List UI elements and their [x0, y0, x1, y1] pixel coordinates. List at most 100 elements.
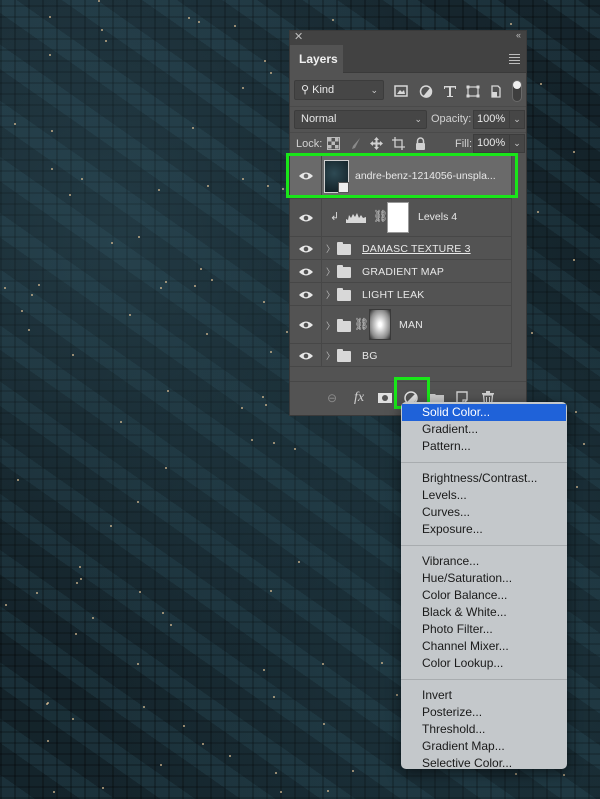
tab-layers[interactable]: Layers: [290, 45, 343, 73]
smart-object-filter-icon[interactable]: [489, 85, 503, 98]
expand-chevron-icon[interactable]: 〉: [326, 265, 335, 278]
layer-name[interactable]: Levels 4: [418, 211, 457, 223]
menu-item-gradient-map[interactable]: Gradient Map...: [401, 738, 567, 755]
layer-row-group-masked[interactable]: 〉 ⛓ MAN: [290, 306, 513, 344]
city-light: [267, 185, 269, 187]
lock-artboard-icon[interactable]: [392, 137, 405, 150]
add-mask-icon[interactable]: [377, 390, 393, 406]
expand-chevron-icon[interactable]: 〉: [326, 242, 335, 255]
expand-chevron-icon[interactable]: 〉: [326, 349, 335, 362]
city-light: [229, 755, 231, 757]
city-light: [242, 87, 244, 89]
city-light: [198, 21, 200, 23]
expand-chevron-icon[interactable]: 〉: [326, 288, 335, 301]
menu-item-invert[interactable]: Invert: [401, 687, 567, 704]
menu-item-black-white[interactable]: Black & White...: [401, 604, 567, 621]
menu-item-solid-color[interactable]: Solid Color...: [402, 404, 566, 421]
city-light: [80, 578, 82, 580]
layer-name[interactable]: LIGHT LEAK: [362, 289, 425, 301]
layer-row-smart-object[interactable]: andre-benz-1214056-unspla...: [290, 154, 513, 199]
menu-item-photo-filter[interactable]: Photo Filter...: [401, 621, 567, 638]
city-light: [75, 633, 77, 635]
city-light: [51, 130, 53, 132]
fill-dropdown[interactable]: ⌄: [509, 134, 525, 153]
menu-item-threshold[interactable]: Threshold...: [401, 721, 567, 738]
layer-row-group[interactable]: 〉 GRADIENT MAP: [290, 260, 513, 283]
layer-name[interactable]: andre-benz-1214056-unspla...: [355, 170, 496, 182]
eye-icon[interactable]: [299, 267, 313, 277]
city-light: [47, 740, 49, 742]
menu-item-levels[interactable]: Levels...: [401, 487, 567, 504]
menu-item-curves[interactable]: Curves...: [401, 504, 567, 521]
city-light: [72, 354, 74, 356]
city-light: [286, 331, 288, 333]
city-light: [563, 774, 565, 776]
fx-layer-style-icon[interactable]: fx: [351, 390, 367, 406]
eye-icon[interactable]: [299, 213, 313, 223]
menu-item-exposure[interactable]: Exposure...: [401, 521, 567, 538]
type-filter-icon[interactable]: [443, 85, 457, 98]
city-light: [280, 791, 282, 793]
adjustment-filter-icon[interactable]: [419, 85, 433, 98]
city-light: [31, 294, 33, 296]
city-light: [251, 439, 253, 441]
menu-item-selective-color[interactable]: Selective Color...: [401, 755, 567, 772]
city-light: [515, 773, 517, 775]
layer-mask-thumbnail[interactable]: [387, 202, 409, 233]
eye-icon[interactable]: [299, 320, 313, 330]
smart-object-thumbnail[interactable]: [324, 160, 349, 193]
city-light: [101, 29, 103, 31]
blend-mode-select[interactable]: Normal ⌄: [294, 110, 427, 129]
eye-icon[interactable]: [299, 351, 313, 361]
menu-separator: [401, 679, 567, 680]
double-chevron-left-icon[interactable]: ‹‹: [516, 30, 521, 40]
link-layers-icon[interactable]: ⊖: [324, 390, 340, 406]
filter-toggle-switch[interactable]: [512, 80, 522, 102]
opacity-label: Opacity:: [431, 113, 472, 125]
shape-filter-icon[interactable]: [466, 85, 480, 98]
menu-item-gradient[interactable]: Gradient...: [401, 421, 567, 438]
layer-name[interactable]: GRADIENT MAP: [362, 266, 444, 278]
close-icon[interactable]: ✕: [294, 30, 303, 43]
city-light: [69, 194, 71, 196]
layers-scrollbar[interactable]: [511, 154, 526, 367]
group-mask-thumbnail[interactable]: [369, 309, 391, 340]
menu-item-channel-mixer[interactable]: Channel Mixer...: [401, 638, 567, 655]
city-light: [352, 770, 354, 772]
menu-item-hue-saturation[interactable]: Hue/Saturation...: [401, 570, 567, 587]
city-light: [5, 604, 7, 606]
city-light: [158, 189, 160, 191]
lock-transparent-pixels-icon[interactable]: [327, 137, 340, 150]
filter-kind-select[interactable]: ⚲ Kind ⌄: [294, 80, 384, 100]
layer-name[interactable]: BG: [362, 350, 378, 362]
link-icon[interactable]: ⛓: [373, 209, 388, 223]
menu-item-color-balance[interactable]: Color Balance...: [401, 587, 567, 604]
link-icon[interactable]: ⛓: [354, 317, 369, 331]
fill-field[interactable]: 100%: [473, 134, 510, 153]
menu-item-posterize[interactable]: Posterize...: [401, 704, 567, 721]
opacity-field[interactable]: 100%: [473, 110, 510, 129]
eye-icon[interactable]: [299, 290, 313, 300]
layer-row-group[interactable]: 〉 LIGHT LEAK: [290, 283, 513, 306]
eye-icon[interactable]: [299, 171, 313, 181]
layer-name[interactable]: MAN: [399, 319, 423, 331]
menu-item-brightness-contrast[interactable]: Brightness/Contrast...: [401, 470, 567, 487]
hamburger-menu-icon[interactable]: [509, 54, 520, 66]
image-filter-icon[interactable]: [394, 85, 408, 98]
layer-name[interactable]: DAMASC TEXTURE 3: [362, 243, 471, 255]
menu-item-pattern[interactable]: Pattern...: [401, 438, 567, 455]
layer-row-group[interactable]: 〉 DAMASC TEXTURE 3: [290, 237, 513, 260]
lock-position-icon[interactable]: [370, 137, 383, 150]
menu-item-color-lookup[interactable]: Color Lookup...: [401, 655, 567, 672]
opacity-dropdown[interactable]: ⌄: [509, 110, 525, 129]
expand-chevron-icon[interactable]: 〉: [326, 319, 335, 332]
layer-row-group[interactable]: 〉 BG: [290, 344, 513, 367]
layer-row-levels[interactable]: ↲ ⛓ Levels 4: [290, 199, 513, 237]
city-light: [81, 178, 83, 180]
folder-icon: [337, 288, 351, 301]
eye-icon[interactable]: [299, 244, 313, 254]
lock-all-icon[interactable]: [414, 137, 427, 150]
lock-image-pixels-icon[interactable]: [349, 137, 362, 150]
city-light: [323, 723, 325, 725]
menu-item-vibrance[interactable]: Vibrance...: [401, 553, 567, 570]
